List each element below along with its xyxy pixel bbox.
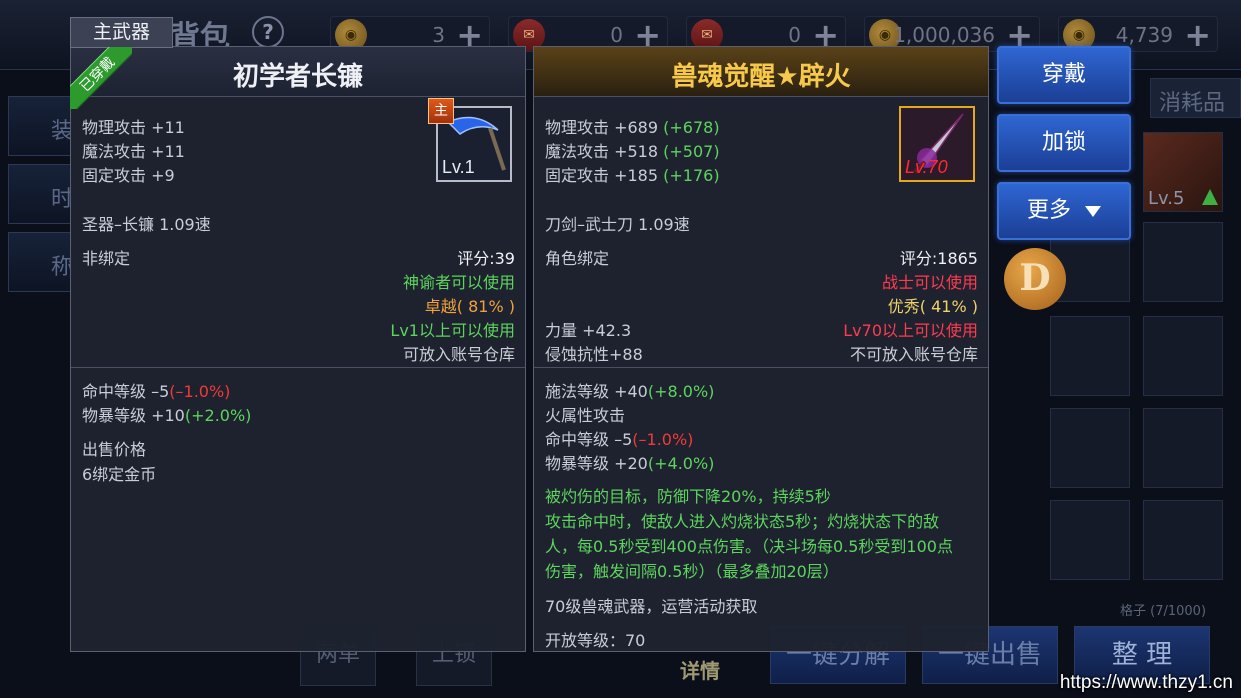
stat-line: 固定攻击 +185 (+176): [545, 162, 720, 186]
watermark: https://www.thzy1.cn: [1059, 672, 1233, 693]
currency-value: 4,739: [1115, 23, 1173, 47]
extra-stat-percent: (+8.0%): [647, 382, 715, 401]
main-weapon-badge-icon: 主: [428, 98, 454, 124]
inventory-slot-boots[interactable]: Lv.5: [1143, 132, 1223, 212]
sell-price-label: 出售价格: [82, 440, 147, 459]
currency-value: 0: [610, 23, 623, 47]
usable-class: 战士可以使用: [881, 273, 978, 292]
tooltip-header: 初学者长镰: [71, 47, 525, 97]
lock-button[interactable]: 加锁: [997, 114, 1131, 172]
level-requirement: Lv70以上可以使用: [843, 321, 978, 340]
extra-stat: 物暴等级 +20(+4.0%): [545, 450, 714, 474]
usable-class: 神谕者可以使用: [402, 273, 515, 292]
extra-stat-percent: (+4.0%): [647, 454, 715, 473]
stat-text: 物理攻击 +689: [545, 118, 659, 137]
wear-button[interactable]: 穿戴: [997, 46, 1131, 104]
extra-stat: 施法等级 +40(+8.0%): [545, 378, 714, 402]
extra-stat: 命中等级 –5(–1.0%): [82, 378, 230, 402]
extra-stat-text: 火属性攻击: [545, 406, 626, 425]
item-type-speed: 刀剑–武士刀 1.09速: [545, 215, 690, 234]
item-quality: 卓越( 81% ): [424, 297, 515, 316]
extra-stat-text: 命中等级 –5: [82, 382, 170, 401]
more-button[interactable]: 更多: [997, 182, 1131, 240]
detail-button[interactable]: 详情: [680, 655, 720, 684]
storage-rule: 不可放入账号仓库: [849, 345, 978, 364]
level-requirement: Lv1以上可以使用: [390, 321, 515, 340]
binding-status: 非绑定: [82, 249, 131, 268]
effect-line: 伤害，触发间隔0.5秒）（最多叠加20层）: [545, 562, 839, 581]
inventory-slot[interactable]: [1050, 316, 1130, 396]
equipped-ribbon: 已穿戴: [70, 47, 132, 109]
stat-delta: (+678): [663, 118, 720, 137]
stat-text: 固定攻击 +185: [545, 166, 659, 185]
extra-stat-percent: (+2.0%): [184, 406, 252, 425]
tab-fashion[interactable]: 时: [8, 164, 73, 224]
tab-equipment[interactable]: 装: [8, 96, 73, 156]
item-level: Lv.5: [1148, 188, 1185, 209]
inventory-tabs: 装 时 称: [8, 96, 73, 300]
strength-stat: 力量 +42.3: [545, 321, 632, 340]
tab-consumables[interactable]: 消耗品: [1150, 78, 1241, 118]
blade-icon: Lv.70: [899, 106, 975, 182]
open-level: 开放等级：70: [545, 631, 646, 650]
sell-price-value: 6绑定金币: [82, 465, 157, 484]
extra-stat-percent: (–1.0%): [169, 382, 231, 401]
chevron-down-icon: [1085, 205, 1101, 217]
stat-line: 物理攻击 +689 (+678): [545, 114, 720, 138]
extra-stat: 物暴等级 +10(+2.0%): [82, 402, 251, 426]
extra-stat-text: 物暴等级 +20: [545, 454, 648, 473]
stat-line: 魔法攻击 +518 (+507): [545, 138, 720, 162]
stat-line: 固定攻击 +9: [82, 166, 175, 185]
upgrade-arrow-icon: [1202, 189, 1218, 205]
main-weapon-tab: 主武器: [70, 17, 173, 48]
extra-stat: 命中等级 –5(–1.0%): [545, 426, 693, 450]
inventory-slot[interactable]: [1143, 222, 1223, 302]
more-label: 更多: [1026, 198, 1071, 223]
item-name: 兽魂觉醒★辟火: [671, 62, 851, 92]
effect-line: 被灼伤的目标，防御下降20%，持续5秒: [545, 487, 831, 506]
stat-delta: (+507): [663, 142, 720, 161]
item-level: Lv.1: [442, 157, 475, 177]
extra-stat: 火属性攻击: [545, 402, 625, 426]
inventory-slot[interactable]: [1143, 500, 1223, 580]
currency-value: 0: [788, 23, 801, 47]
extra-stat-text: 施法等级 +40: [545, 382, 648, 401]
item-level: Lv.70: [905, 157, 948, 177]
effect-line: 攻击命中时，使敌人进入灼烧状态5秒；灼烧状态下的敌: [545, 512, 940, 531]
add-currency-button[interactable]: +: [1184, 17, 1211, 53]
corrosion-resist-stat: 侵蚀抗性+88: [545, 345, 643, 364]
inventory-slot[interactable]: [1050, 500, 1130, 580]
effect-line: 人，每0.5秒受到400点伤害。（决斗场每0.5秒受到100点: [545, 537, 953, 556]
extra-stat-text: 物暴等级 +10: [82, 406, 185, 425]
help-icon[interactable]: ?: [252, 16, 284, 48]
stat-delta: (+176): [663, 166, 720, 185]
inventory-slot[interactable]: [1143, 316, 1223, 396]
binding-status: 角色绑定: [545, 249, 610, 268]
stat-text: 魔法攻击 +518: [545, 142, 659, 161]
inventory-slot[interactable]: [1050, 408, 1130, 488]
tooltip-header: 兽魂觉醒★辟火: [534, 47, 988, 97]
extra-stat-text: 命中等级 –5: [545, 430, 633, 449]
storage-rule: 可放入账号仓库: [402, 345, 515, 364]
extra-stat-percent: (–1.0%): [632, 430, 694, 449]
item-source: 70级兽魂武器，运营活动获取: [545, 597, 758, 616]
currency-value: 1,000,036: [893, 23, 995, 47]
currency-value: 3: [432, 23, 445, 47]
item-score: 评分:39: [457, 249, 515, 268]
rank-d-badge-icon[interactable]: D: [1004, 248, 1066, 310]
item-type-speed: 圣器–长镰 1.09速: [82, 215, 211, 234]
item-score: 评分:1865: [899, 249, 978, 268]
divider: [534, 367, 988, 368]
item-quality: 优秀( 41% ): [887, 297, 978, 316]
stat-line: 魔法攻击 +11: [82, 142, 185, 161]
stat-line: 物理攻击 +11: [82, 118, 185, 137]
inventory-slot[interactable]: [1143, 408, 1223, 488]
equipped-label: 已穿戴: [70, 47, 132, 109]
item-name: 初学者长镰: [232, 62, 363, 92]
divider: [71, 367, 525, 368]
inventory-capacity: 格子 (7/1000): [1120, 604, 1207, 619]
tab-title[interactable]: 称: [8, 232, 73, 292]
